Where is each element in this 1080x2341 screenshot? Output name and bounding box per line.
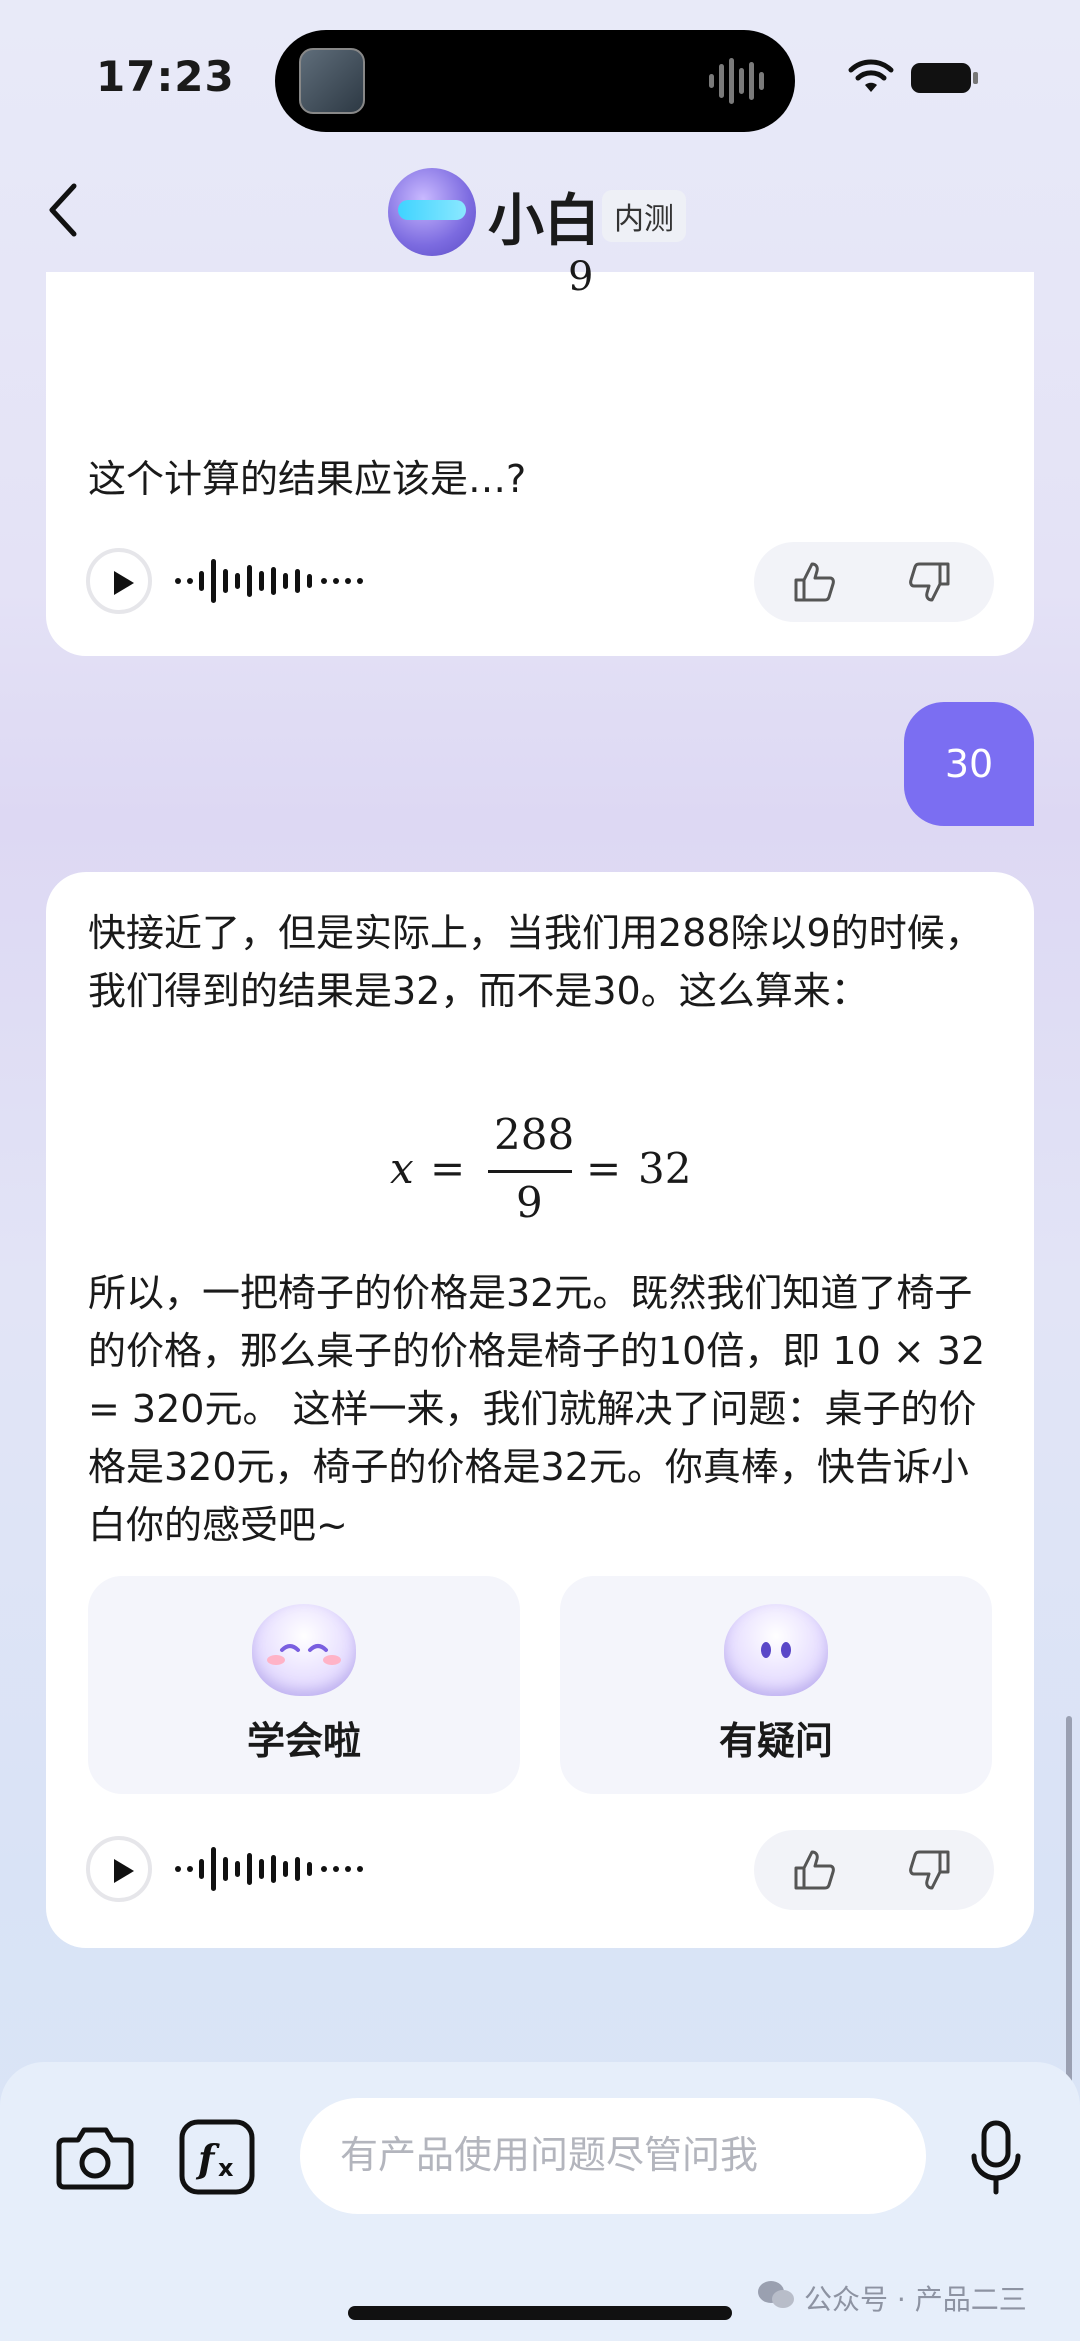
- camera-icon[interactable]: [56, 2122, 134, 2192]
- feedback-group: [754, 1830, 994, 1910]
- learned-button-label: 学会啦: [246, 1719, 361, 1763]
- bot-message-text: 所以，一把椅子的价格是32元。既然我们知道了椅子的价格，那么桌子的价格是椅子的1…: [88, 1271, 986, 1547]
- learned-button[interactable]: 学会啦: [88, 1576, 520, 1794]
- wechat-icon: [758, 2281, 794, 2308]
- dynamic-island[interactable]: [275, 30, 795, 132]
- user-message-bubble: 30: [904, 702, 1034, 826]
- battery-icon: [911, 63, 978, 93]
- avatar[interactable]: [388, 168, 476, 256]
- formula-result: 32: [638, 1144, 692, 1193]
- bot-message-text: 快接近了，但是实际上，当我们用288除以9的时候，我们得到的结果是32，而不是3…: [88, 911, 983, 1013]
- math-formula: x = 288 9 = 32: [390, 1110, 710, 1230]
- audio-wave-icon: [709, 58, 764, 104]
- bot-message-text: 这个计算的结果应该是…?: [88, 457, 527, 501]
- play-button[interactable]: [86, 548, 152, 614]
- beta-badge: 内测: [602, 190, 686, 242]
- formula-variable: x: [390, 1144, 414, 1193]
- page-title: 小白: [488, 189, 600, 254]
- happy-face-icon: [252, 1604, 356, 1696]
- question-button-label: 有疑问: [718, 1719, 833, 1763]
- wifi-icon: [848, 59, 894, 92]
- svg-text:x: x: [218, 2154, 234, 2182]
- formula-icon[interactable]: f x: [178, 2118, 256, 2196]
- microphone-icon[interactable]: [968, 2120, 1024, 2196]
- thumbs-down-icon[interactable]: [908, 560, 952, 604]
- formula-numerator: 288: [494, 1110, 575, 1159]
- message-input[interactable]: [300, 2098, 926, 2214]
- play-button[interactable]: [86, 1836, 152, 1902]
- formula-denominator: 9: [516, 1178, 543, 1227]
- formula-equals: =: [586, 1144, 622, 1193]
- home-indicator[interactable]: [348, 2306, 732, 2320]
- status-time: 17:23: [96, 52, 235, 101]
- fraction-bar: [488, 1170, 572, 1173]
- scroll-indicator[interactable]: [1066, 1716, 1072, 2096]
- formula-equals: =: [430, 1144, 466, 1193]
- watermark: 公众号 · 产品二三: [804, 2283, 1027, 2316]
- svg-text:f: f: [195, 2136, 220, 2181]
- formula-fragment: 9: [568, 254, 594, 300]
- feedback-group: [754, 542, 994, 622]
- thumbs-up-icon[interactable]: [792, 1848, 836, 1892]
- thumbs-up-icon[interactable]: [792, 560, 836, 604]
- question-button[interactable]: 有疑问: [560, 1576, 992, 1794]
- voice-wave-icon: [175, 1847, 363, 1891]
- now-playing-thumbnail: [299, 48, 365, 114]
- back-icon[interactable]: [44, 180, 84, 240]
- neutral-face-icon: [724, 1604, 828, 1696]
- voice-wave-icon: [175, 559, 363, 603]
- thumbs-down-icon[interactable]: [908, 1848, 952, 1892]
